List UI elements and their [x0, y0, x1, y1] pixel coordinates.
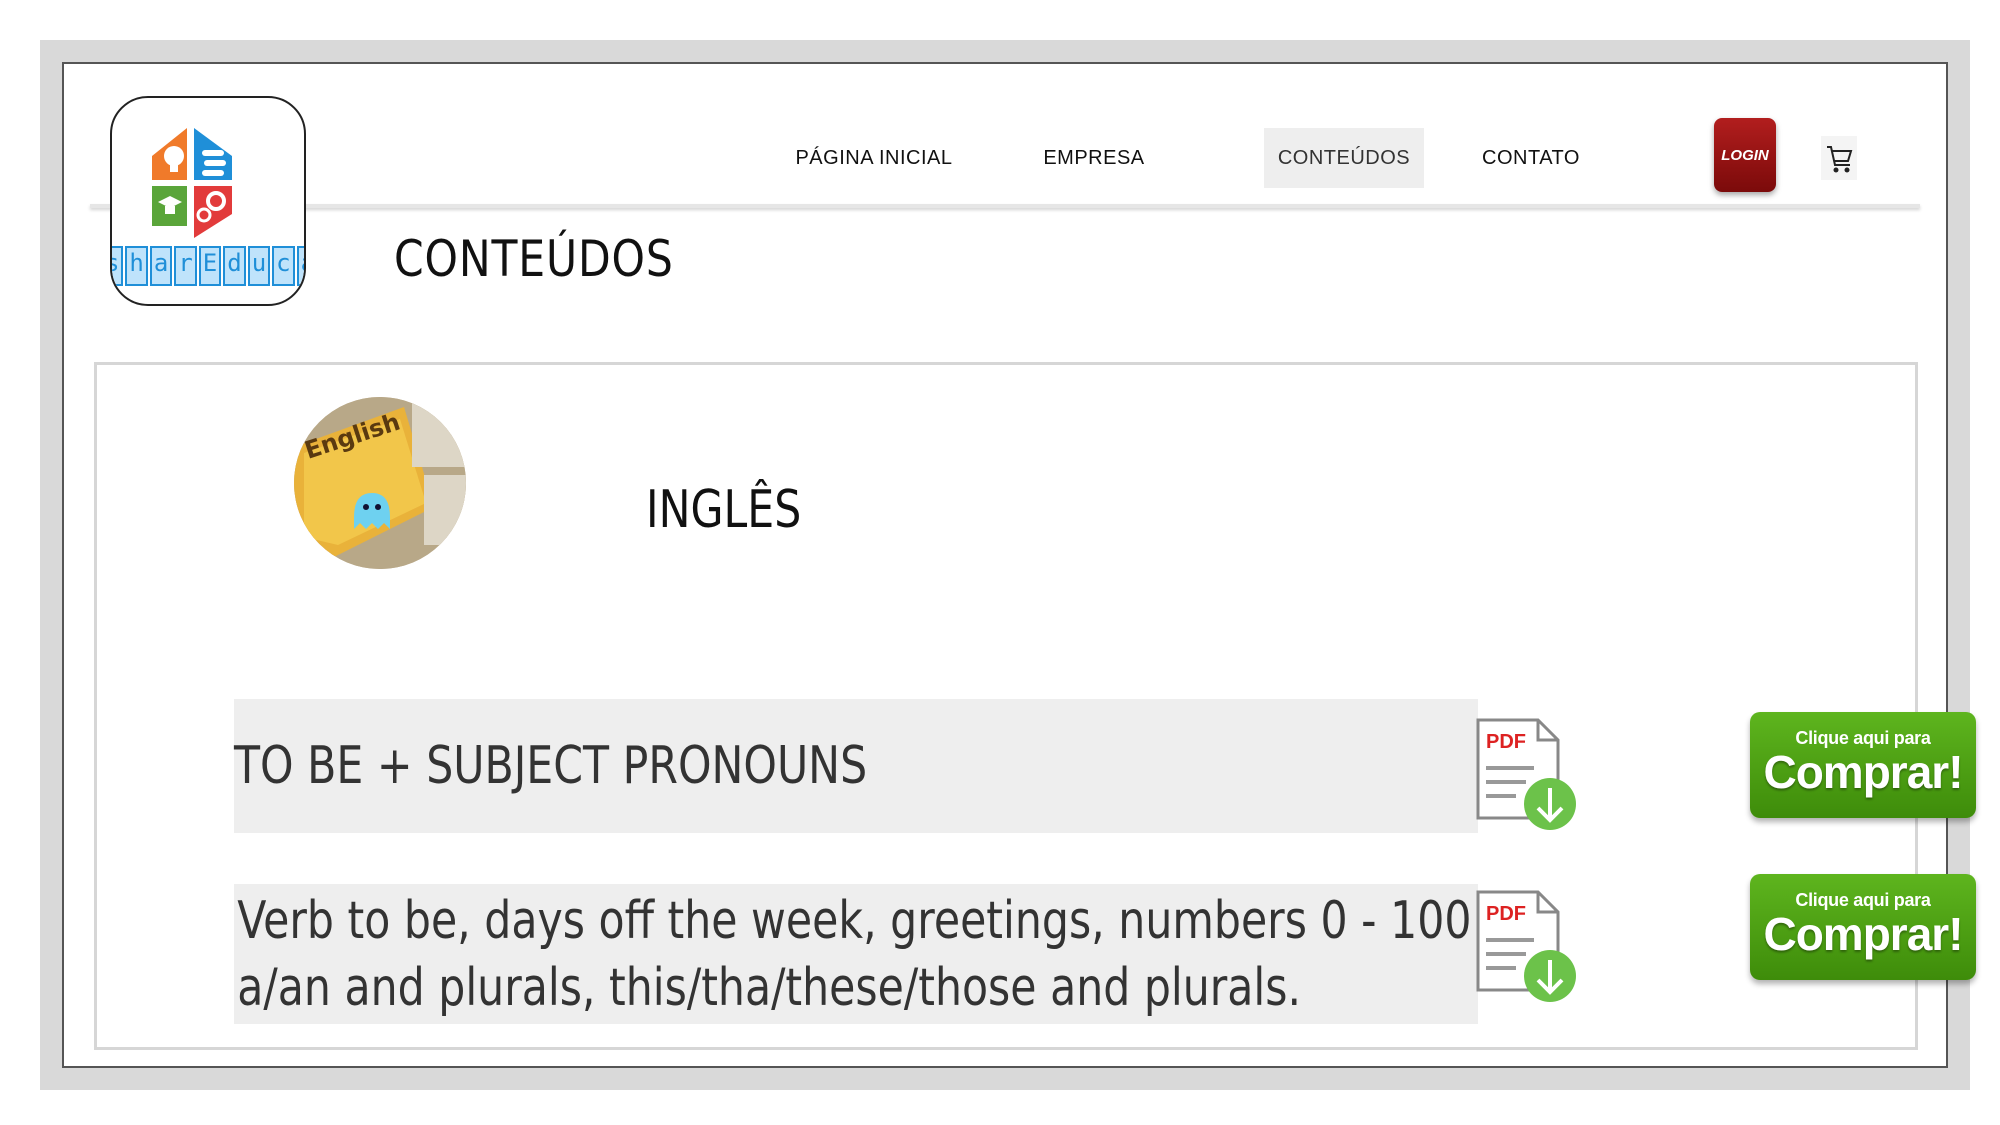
buy-button-label: Comprar! — [1763, 746, 1963, 798]
nav-item-empresa[interactable]: EMPRESA — [1028, 128, 1160, 188]
subject-title: INGLÊS — [646, 480, 802, 540]
logo-letter: a — [149, 246, 173, 286]
page: s h a r E d u c a PÁGINA INICIAL EMPRESA… — [84, 84, 1976, 1054]
nav-item-conteudos[interactable]: CONTEÚDOS — [1264, 128, 1424, 188]
buy-button-label: Comprar! — [1763, 908, 1963, 960]
logo-letter: E — [198, 246, 222, 286]
logo-letter: a — [296, 246, 304, 286]
buy-button[interactable]: Clique aqui para Comprar! — [1750, 874, 1976, 980]
logo-letter: c — [272, 246, 295, 286]
nav-item-contato[interactable]: CONTATO — [1466, 128, 1596, 188]
lesson-title-line: Verb to be, days off the week, greetings… — [237, 891, 1472, 951]
cart-icon[interactable] — [1821, 136, 1857, 180]
logo-letter: h — [125, 246, 148, 286]
logo-letter: u — [247, 246, 271, 286]
logo-letter: d — [223, 246, 246, 286]
logo-letter: s — [112, 246, 124, 286]
svg-text:PDF: PDF — [1486, 903, 1526, 925]
lesson-row: TO BE + SUBJECT PRONOUNS — [234, 699, 1478, 833]
pdf-download-icon[interactable]: PDF — [1474, 718, 1584, 834]
english-thumbnail: English — [294, 397, 466, 569]
shareduca-logo[interactable]: s h a r E d u c a — [110, 96, 306, 306]
logo-letter: r — [174, 246, 197, 286]
header-divider — [90, 204, 1920, 208]
lesson-row: Verb to be, days off the week, greetings… — [234, 884, 1478, 1024]
nav-item-pagina-inicial[interactable]: PÁGINA INICIAL — [784, 128, 964, 188]
lesson-title-line: a/an and plurals, this/tha/these/those a… — [237, 958, 1302, 1018]
pdf-download-icon[interactable]: PDF — [1474, 890, 1584, 1006]
buy-button[interactable]: Clique aqui para Comprar! — [1750, 712, 1976, 818]
buy-button-caption: Clique aqui para — [1795, 728, 1931, 748]
login-button[interactable]: LOGIN — [1714, 118, 1776, 192]
svg-text:PDF: PDF — [1486, 731, 1526, 753]
logo-wordmark: s h a r E d u c a — [112, 246, 304, 286]
page-title: CONTEÚDOS — [394, 230, 674, 288]
buy-button-caption: Clique aqui para — [1795, 890, 1931, 910]
lesson-title: TO BE + SUBJECT PRONOUNS — [234, 736, 868, 796]
